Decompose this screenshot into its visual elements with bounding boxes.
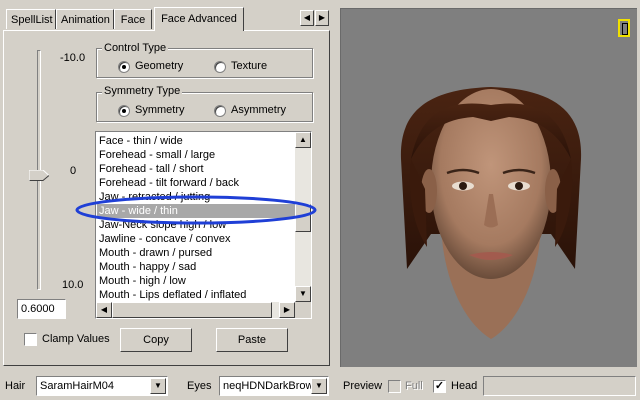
hair-dropdown-value: SaramHairM04	[40, 380, 114, 392]
viewport-indicator-icon[interactable]	[618, 19, 630, 37]
hair-label: Hair	[5, 380, 26, 392]
morph-slider-thumb[interactable]	[29, 170, 49, 181]
geometry-label: Geometry	[135, 60, 184, 72]
slider-value-field[interactable]: 0.6000	[17, 299, 66, 319]
texture-radio[interactable]	[214, 61, 226, 73]
scroll-corner	[295, 302, 311, 318]
tab-scroll-left-button[interactable]: ◀	[300, 10, 314, 26]
list-item[interactable]: Mouth - Lips deflated / inflated	[99, 288, 295, 302]
eyes-label: Eyes	[187, 380, 212, 392]
tab-animation[interactable]: Animation	[56, 9, 114, 29]
head-checkbox[interactable]: ✓	[433, 380, 446, 393]
tab-face-advanced[interactable]: Face Advanced	[154, 7, 244, 31]
eyes-dropdown-value: neqHDNDarkBrow	[223, 380, 314, 392]
list-item[interactable]: Forehead - tilt forward / back	[99, 176, 295, 190]
symmetry-label: Symmetry	[135, 104, 185, 116]
texture-label: Texture	[231, 60, 268, 72]
horizontal-scroll-thumb[interactable]	[112, 302, 272, 318]
list-item[interactable]: Forehead - tall / short	[99, 162, 295, 176]
tab-face[interactable]: Face	[114, 9, 152, 29]
scroll-left-button[interactable]: ◀	[96, 302, 112, 318]
eyes-dropdown-arrow-icon[interactable]: ▼	[311, 378, 327, 394]
asymmetry-label: Asymmetry	[231, 104, 286, 116]
head-label: Head	[451, 380, 478, 392]
clamp-values-checkbox[interactable]	[24, 333, 37, 346]
highlight-ellipse-annotation	[75, 195, 317, 225]
list-item[interactable]: Mouth - drawn / pursed	[99, 246, 295, 260]
clamp-values-label: Clamp Values	[42, 333, 110, 345]
full-checkbox[interactable]	[388, 380, 401, 393]
list-horizontal-scrollbar[interactable]: ◀ ▶	[96, 302, 295, 318]
scroll-up-button[interactable]: ▲	[295, 132, 311, 148]
paste-button[interactable]: Paste	[216, 328, 288, 352]
slider-max-label: 10.0	[62, 279, 84, 291]
full-label: Full	[405, 380, 423, 392]
head-render	[400, 87, 582, 339]
list-item[interactable]: Jawline - concave / convex	[99, 232, 295, 246]
head-preview-viewport[interactable]	[340, 8, 637, 367]
list-item[interactable]: Mouth - high / low	[99, 274, 295, 288]
tab-scroll-right-button[interactable]: ▶	[315, 10, 329, 26]
geometry-radio[interactable]	[118, 61, 130, 73]
eyes-dropdown[interactable]: neqHDNDarkBrow ▼	[219, 376, 329, 396]
list-item[interactable]: Mouth - happy / sad	[99, 260, 295, 274]
slider-mid-label: 0	[70, 165, 77, 177]
slider-min-label: -10.0	[60, 52, 86, 64]
tab-spelllist[interactable]: SpellList	[6, 9, 56, 29]
hair-dropdown-arrow-icon[interactable]: ▼	[150, 378, 166, 394]
asymmetry-radio[interactable]	[214, 105, 226, 117]
status-field	[483, 376, 636, 396]
symmetry-type-title: Symmetry Type	[102, 85, 183, 97]
hair-dropdown[interactable]: SaramHairM04 ▼	[36, 376, 168, 396]
copy-button[interactable]: Copy	[120, 328, 192, 352]
preview-label: Preview	[343, 380, 383, 392]
scroll-right-button[interactable]: ▶	[279, 302, 295, 318]
list-item[interactable]: Forehead - small / large	[99, 148, 295, 162]
symmetry-radio[interactable]	[118, 105, 130, 117]
control-type-title: Control Type	[102, 42, 169, 54]
list-item[interactable]: Face - thin / wide	[99, 134, 295, 148]
scroll-down-button[interactable]: ▼	[295, 286, 311, 302]
